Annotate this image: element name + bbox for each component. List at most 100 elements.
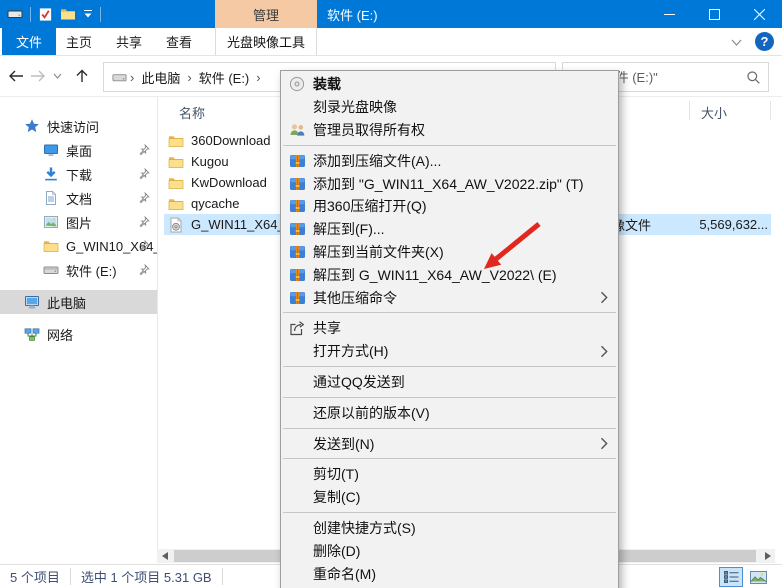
menu-item[interactable]: 解压到当前文件夹(X) — [281, 241, 618, 264]
sidebar-item[interactable]: 软件 (E:) — [0, 258, 157, 282]
file-name: 360Download — [191, 133, 271, 148]
sidebar-item[interactable]: G_WIN10_X64_ — [0, 234, 157, 258]
column-divider[interactable] — [689, 101, 690, 120]
menu-item-label: 创建快捷方式(S) — [313, 518, 416, 538]
menu-item[interactable]: 打开方式(H) — [281, 340, 618, 363]
sidebar-item[interactable]: 下载 — [0, 162, 157, 186]
menu-item-label: 共享 — [313, 318, 341, 338]
menu-item[interactable]: 用360压缩打开(Q) — [281, 195, 618, 218]
maximize-button[interactable] — [692, 0, 737, 28]
sidebar-item[interactable]: 图片 — [0, 210, 157, 234]
zip-icon — [288, 198, 306, 214]
menu-item[interactable]: 解压到(F)... — [281, 218, 618, 241]
menu-item[interactable]: 添加到压缩文件(A)... — [281, 149, 618, 172]
details-view-button[interactable] — [719, 567, 743, 587]
pictures-icon — [43, 214, 59, 230]
tab-share[interactable]: 共享 — [106, 28, 152, 55]
sidebar-item[interactable]: 网络 — [0, 322, 157, 346]
tab-disc-image-tools[interactable]: 光盘映像工具 — [215, 28, 317, 55]
column-divider[interactable] — [770, 101, 771, 120]
minimize-button[interactable] — [647, 0, 692, 28]
file-name: Kugou — [191, 154, 229, 169]
folder-icon — [168, 154, 184, 170]
menu-item-label: 通过QQ发送到 — [313, 372, 405, 392]
menu-item-label: 解压到 G_WIN11_X64_AW_V2022\ (E) — [313, 265, 557, 285]
help-button[interactable] — [755, 32, 774, 51]
contextual-tab-group-manage[interactable]: 管理 — [215, 0, 317, 28]
menu-item[interactable]: 剪切(T) — [281, 463, 618, 486]
properties-icon[interactable] — [38, 4, 53, 24]
up-button[interactable] — [72, 66, 92, 86]
sidebar-item[interactable]: 此电脑 — [0, 290, 157, 314]
window-controls — [647, 0, 782, 28]
breadcrumb-this-pc[interactable]: 此电脑 — [137, 68, 184, 87]
qat-customize-chevron-icon[interactable] — [83, 4, 93, 24]
back-button[interactable] — [6, 66, 26, 86]
menu-separator — [283, 366, 616, 367]
breadcrumb-chevron-icon — [253, 70, 263, 85]
pin-icon[interactable] — [138, 168, 150, 180]
column-header-name[interactable]: 名称 — [179, 103, 205, 122]
zip-icon — [288, 221, 306, 237]
large-icons-view-button[interactable] — [746, 567, 770, 587]
drive-icon — [112, 70, 127, 85]
users-icon — [288, 122, 306, 138]
menu-item-label: 用360压缩打开(Q) — [313, 196, 427, 216]
breadcrumb-drive-e[interactable]: 软件 (E:) — [195, 68, 254, 87]
qat-separator — [100, 7, 101, 22]
menu-item[interactable]: 共享 — [281, 317, 618, 340]
menu-item-label: 删除(D) — [313, 541, 360, 561]
zip-icon — [288, 290, 306, 306]
sidebar-item-label: 软件 (E:) — [66, 261, 117, 280]
submenu-chevron-icon — [600, 291, 608, 304]
scroll-left-arrow[interactable] — [157, 549, 172, 563]
recent-locations-chevron-icon[interactable] — [50, 66, 64, 86]
sidebar-item[interactable]: 文档 — [0, 186, 157, 210]
window-drive-icon[interactable] — [7, 4, 23, 24]
pin-icon[interactable] — [138, 216, 150, 228]
column-header-size[interactable]: 大小 — [701, 103, 727, 122]
menu-item[interactable]: 装载 — [281, 73, 618, 96]
menu-item[interactable]: 复制(C) — [281, 486, 618, 509]
pin-icon[interactable] — [138, 240, 150, 252]
forward-button[interactable] — [28, 66, 48, 86]
menu-item[interactable]: 管理员取得所有权 — [281, 119, 618, 142]
menu-item[interactable]: 创建快捷方式(S) — [281, 517, 618, 540]
menu-item[interactable]: 通过QQ发送到 — [281, 371, 618, 394]
sidebar-item[interactable]: 快速访问 — [0, 114, 157, 138]
menu-item-label: 剪切(T) — [313, 464, 359, 484]
menu-item[interactable]: 刻录光盘映像 — [281, 96, 618, 119]
pin-icon[interactable] — [138, 192, 150, 204]
menu-item-label: 复制(C) — [313, 487, 360, 507]
pin-icon[interactable] — [138, 144, 150, 156]
ribbon-expand-chevron-icon[interactable] — [728, 34, 744, 50]
menu-item-label: 解压到当前文件夹(X) — [313, 242, 444, 262]
sidebar-item[interactable]: 桌面 — [0, 138, 157, 162]
menu-item-label: 重命名(M) — [313, 564, 376, 584]
disc-image-icon — [168, 217, 184, 233]
tab-home[interactable]: 主页 — [56, 28, 102, 55]
file-name: qycache — [191, 196, 239, 211]
menu-item[interactable]: 解压到 G_WIN11_X64_AW_V2022\ (E) — [281, 263, 618, 286]
sidebar-item-label: 此电脑 — [47, 293, 86, 312]
scroll-right-arrow[interactable] — [760, 549, 775, 563]
close-button[interactable] — [737, 0, 782, 28]
breadcrumb-chevron-icon — [127, 70, 137, 85]
menu-item[interactable]: 添加到 "G_WIN11_X64_AW_V2022.zip" (T) — [281, 172, 618, 195]
file-name: KwDownload — [191, 175, 267, 190]
menu-item[interactable]: 发送到(N) — [281, 432, 618, 455]
search-icon[interactable] — [746, 70, 761, 85]
menu-item-label: 还原以前的版本(V) — [313, 403, 430, 423]
new-folder-icon[interactable] — [60, 4, 76, 24]
pin-icon[interactable] — [138, 264, 150, 276]
menu-item-label: 解压到(F)... — [313, 219, 385, 239]
document-icon — [43, 190, 59, 206]
drive-icon — [43, 262, 59, 278]
tab-file[interactable]: 文件 — [2, 28, 56, 55]
tab-view[interactable]: 查看 — [156, 28, 202, 55]
breadcrumb-chevron-icon — [184, 70, 194, 85]
menu-item[interactable]: 其他压缩命令 — [281, 286, 618, 309]
menu-item[interactable]: 删除(D) — [281, 539, 618, 562]
menu-item[interactable]: 还原以前的版本(V) — [281, 401, 618, 424]
menu-item[interactable]: 重命名(M) — [281, 562, 618, 585]
